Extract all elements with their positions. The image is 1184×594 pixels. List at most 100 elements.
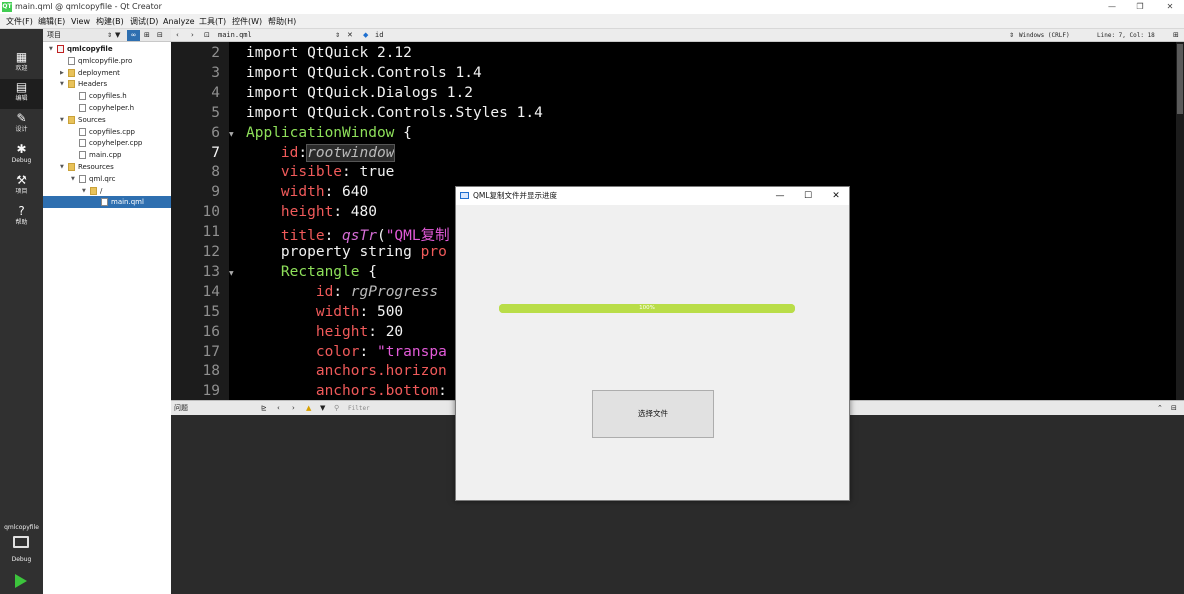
tree-item-label: qml.qrc — [89, 174, 116, 183]
prev-issue-icon[interactable]: ‹ — [277, 401, 280, 416]
kit-selector[interactable]: qmlcopyfile Debug — [0, 520, 43, 594]
line-number: 2 — [211, 45, 220, 61]
forward-icon[interactable]: › — [191, 29, 194, 42]
qml-close-button[interactable]: ✕ — [826, 187, 846, 205]
cursor-position[interactable]: Line: 7, Col: 18 — [1097, 29, 1155, 42]
maximize-pane-icon[interactable]: ⌃ — [1157, 401, 1163, 416]
tree-item[interactable]: ▼ Sources — [43, 114, 171, 126]
file-icon — [79, 92, 86, 101]
mode-projects[interactable]: ⚒ 项目 — [0, 172, 43, 202]
tree-item[interactable]: ▼ qmlcopyfile — [43, 43, 171, 55]
code-line[interactable]: width: 500 — [246, 304, 403, 320]
qml-maximize-button[interactable]: ☐ — [798, 187, 818, 205]
code-line[interactable]: height: 480 — [246, 204, 377, 220]
code-line[interactable]: width: 640 — [246, 184, 368, 200]
tree-item[interactable]: main.qml — [43, 196, 171, 209]
tree-item[interactable]: ▼ Resources — [43, 161, 171, 173]
filter-icon[interactable]: ▼ — [115, 29, 120, 42]
run-icon[interactable] — [15, 574, 27, 588]
close-document-icon[interactable]: ✕ — [347, 29, 353, 42]
tree-item[interactable]: qmlcopyfile.pro — [43, 55, 171, 67]
tree-item[interactable]: ▼ / — [43, 185, 171, 197]
menu-build[interactable]: 构建(B) — [96, 14, 124, 29]
issues-filter-input[interactable]: Filter — [348, 401, 370, 416]
menu-controls[interactable]: 控件(W) — [232, 14, 262, 29]
close-button[interactable]: ✕ — [1160, 0, 1180, 14]
mode-help[interactable]: ? 帮助 — [0, 203, 43, 233]
code-line[interactable]: import QtQuick.Controls 1.4 — [246, 65, 482, 81]
minimize-button[interactable]: — — [1102, 0, 1122, 14]
menu-debug[interactable]: 调试(D) — [130, 14, 158, 29]
tree-item[interactable]: main.cpp — [43, 149, 171, 161]
code-line[interactable]: import QtQuick.Dialogs 1.2 — [246, 85, 473, 101]
file-icon — [101, 198, 108, 207]
qml-minimize-button[interactable]: — — [770, 187, 790, 205]
mode-debug[interactable]: ✱ Debug — [0, 141, 43, 171]
menu-edit[interactable]: 编辑(E) — [38, 14, 65, 29]
tree-item-label: deployment — [78, 68, 120, 77]
sync-link-icon[interactable]: ∞ — [127, 30, 140, 41]
next-issue-icon[interactable]: › — [292, 401, 295, 416]
code-line[interactable]: anchors.horizon — [246, 363, 447, 379]
tree-item[interactable]: ▼ Headers — [43, 78, 171, 90]
symbol-selector[interactable]: id — [375, 29, 383, 42]
restore-button[interactable]: ❐ — [1130, 0, 1150, 14]
menu-help[interactable]: 帮助(H) — [268, 14, 296, 29]
tree-item[interactable]: copyhelper.h — [43, 102, 171, 114]
split-editor-icon[interactable]: ⊞ — [1173, 29, 1179, 42]
line-ending[interactable]: Windows (CRLF) — [1019, 29, 1070, 42]
code-line[interactable]: import QtQuick 2.12 — [246, 45, 412, 61]
tree-item-label: copyhelper.cpp — [89, 139, 143, 148]
expanded-arrow-icon[interactable]: ▼ — [60, 114, 64, 126]
expanded-arrow-icon[interactable]: ▼ — [60, 78, 64, 90]
project-panel-title[interactable]: 项目 — [47, 29, 61, 42]
warning-icon[interactable]: ▲ — [306, 401, 311, 416]
code-line[interactable]: id: rgProgress — [246, 284, 438, 300]
folder-icon — [68, 68, 75, 77]
menu-analyze[interactable]: Analyze — [163, 14, 195, 29]
expanded-arrow-icon[interactable]: ▼ — [82, 185, 86, 197]
encoding-dropdown-icon[interactable]: ⇕ — [1009, 29, 1014, 42]
code-line[interactable]: title: qsTr("QML复制 — [246, 224, 450, 245]
code-line[interactable]: Rectangle { — [246, 264, 377, 280]
issues-title[interactable]: 问题 — [174, 401, 188, 416]
editor-scrollbar[interactable] — [1176, 42, 1184, 400]
menu-tools[interactable]: 工具(T) — [199, 14, 226, 29]
fold-marker-icon[interactable]: ▼ — [229, 131, 234, 138]
mode-edit[interactable]: ▤ 编辑 — [0, 79, 43, 109]
tree-item[interactable]: copyfiles.cpp — [43, 126, 171, 138]
code-line[interactable]: anchors.bottom: — [246, 383, 447, 399]
scrollbar-thumb[interactable] — [1177, 44, 1183, 114]
code-line[interactable]: import QtQuick.Controls.Styles 1.4 — [246, 105, 543, 121]
code-line[interactable]: height: 20 — [246, 324, 403, 340]
dropdown-icon[interactable]: ⇕ — [107, 29, 112, 42]
code-line[interactable]: visible: true — [246, 164, 395, 180]
build-issues-icon[interactable]: ⊵ — [261, 401, 267, 416]
tree-item[interactable]: ▶ deployment — [43, 67, 171, 79]
close-pane-icon[interactable]: ⊟ — [1171, 401, 1177, 416]
expanded-arrow-icon[interactable]: ▼ — [49, 43, 53, 55]
code-line[interactable]: id:rootwindow — [246, 143, 396, 162]
close-pane-icon[interactable]: ⊟ — [157, 29, 163, 42]
fold-marker-icon[interactable]: ▼ — [229, 270, 234, 277]
expanded-arrow-icon[interactable]: ▼ — [60, 161, 64, 173]
tree-item[interactable]: ▼ qml.qrc — [43, 173, 171, 185]
menu-file[interactable]: 文件(F) — [6, 14, 33, 29]
collapsed-arrow-icon[interactable]: ▶ — [60, 67, 64, 79]
back-icon[interactable]: ‹ — [176, 29, 179, 42]
filter-icon[interactable]: ▼ — [320, 401, 325, 416]
code-line[interactable]: color: "transpa — [246, 344, 447, 360]
tree-item[interactable]: copyfiles.h — [43, 90, 171, 102]
mode-design[interactable]: ✎ 设计 — [0, 110, 43, 140]
mode-welcome[interactable]: ▦ 欢迎 — [0, 49, 43, 79]
lock-icon[interactable]: ⊡ — [204, 29, 210, 42]
file-selector[interactable]: main.qml — [218, 29, 252, 42]
file-dropdown-icon[interactable]: ⇕ — [335, 29, 340, 42]
menu-view[interactable]: View — [71, 14, 90, 29]
choose-file-button[interactable]: 选择文件 — [592, 390, 714, 438]
code-line[interactable]: property string pro — [246, 244, 447, 260]
code-line[interactable]: ApplicationWindow { — [246, 125, 412, 141]
tree-item[interactable]: copyhelper.cpp — [43, 137, 171, 149]
expanded-arrow-icon[interactable]: ▼ — [71, 173, 75, 185]
split-icon[interactable]: ⊞ — [144, 29, 150, 42]
